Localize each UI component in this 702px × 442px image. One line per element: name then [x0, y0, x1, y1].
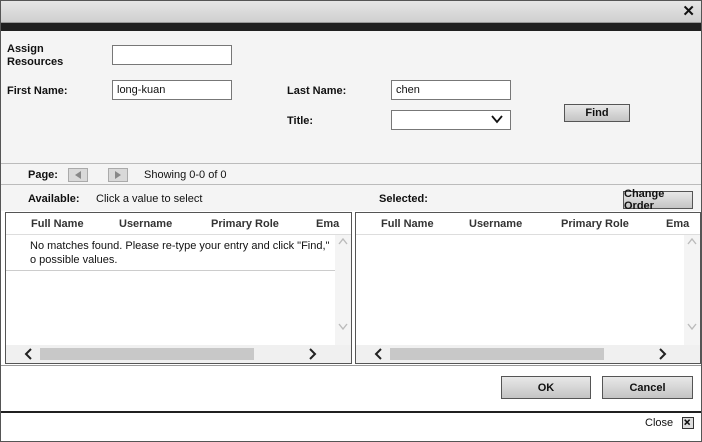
selected-horizontal-scrollbar[interactable] — [356, 345, 700, 363]
chevron-down-icon[interactable] — [687, 323, 697, 331]
triangle-right-icon — [115, 171, 121, 179]
col-username[interactable]: Username — [119, 218, 172, 230]
col-full-name[interactable]: Full Name — [381, 218, 434, 230]
window-close-icon[interactable]: ✕ — [682, 3, 695, 21]
header-divider — [1, 23, 701, 31]
footer-divider — [1, 411, 701, 413]
cancel-button[interactable]: Cancel — [602, 376, 693, 399]
assign-resources-input[interactable] — [112, 45, 232, 65]
search-form: Assign Resources First Name: Last Name: … — [1, 31, 701, 163]
close-link[interactable]: Close — [645, 417, 673, 429]
chevron-right-icon[interactable] — [655, 347, 669, 361]
last-name-input[interactable] — [391, 80, 511, 100]
selected-label: Selected: — [379, 193, 428, 205]
col-primary-role[interactable]: Primary Role — [211, 218, 279, 230]
title-label: Title: — [287, 115, 314, 127]
chevron-left-icon[interactable] — [372, 347, 386, 361]
available-hint: Click a value to select — [96, 193, 203, 205]
chevron-right-icon[interactable] — [305, 347, 319, 361]
horizontal-scroll-thumb[interactable] — [390, 348, 604, 360]
assign-resources-label: Assign Resources — [7, 43, 64, 68]
col-email[interactable]: Ema — [316, 218, 339, 230]
col-full-name[interactable]: Full Name — [31, 218, 84, 230]
find-button[interactable]: Find — [564, 104, 630, 122]
available-horizontal-scrollbar[interactable] — [6, 345, 351, 363]
selected-panel: Full Name Username Primary Role Ema — [355, 212, 701, 364]
close-icon — [684, 419, 691, 426]
horizontal-scroll-thumb[interactable] — [40, 348, 254, 360]
selected-column-header: Full Name Username Primary Role Ema — [356, 213, 700, 235]
chevron-up-icon[interactable] — [687, 237, 697, 245]
col-email[interactable]: Ema — [666, 218, 689, 230]
change-order-button[interactable]: Change Order — [623, 188, 693, 212]
chevron-down-icon[interactable] — [338, 323, 348, 331]
available-label: Available: — [28, 193, 80, 205]
chevron-up-icon[interactable] — [338, 237, 348, 245]
next-page-button[interactable] — [108, 168, 128, 182]
actions-divider — [1, 365, 701, 366]
dialog-window: ✕ Assign Resources First Name: Last Name… — [0, 0, 702, 442]
selected-vertical-scrollbar[interactable] — [684, 235, 700, 347]
col-username[interactable]: Username — [469, 218, 522, 230]
available-vertical-scrollbar[interactable] — [335, 235, 351, 347]
chevron-left-icon[interactable] — [22, 347, 36, 361]
title-select[interactable] — [391, 110, 511, 130]
first-name-label: First Name: — [7, 85, 68, 97]
available-column-header: Full Name Username Primary Role Ema — [6, 213, 351, 235]
showing-count: Showing 0-0 of 0 — [144, 169, 227, 181]
ok-button[interactable]: OK — [501, 376, 591, 399]
page-label: Page: — [28, 169, 58, 181]
col-primary-role[interactable]: Primary Role — [561, 218, 629, 230]
available-panel: Full Name Username Primary Role Ema No m… — [5, 212, 352, 364]
last-name-label: Last Name: — [287, 85, 347, 97]
triangle-left-icon — [75, 171, 81, 179]
list-header-row: Available: Click a value to select Selec… — [1, 185, 701, 212]
row-divider — [6, 270, 336, 271]
no-matches-message: No matches found. Please re-type your en… — [30, 240, 330, 266]
first-name-input[interactable] — [112, 80, 232, 100]
pager-row: Page: Showing 0-0 of 0 — [1, 163, 701, 185]
title-bar: ✕ — [1, 1, 701, 23]
prev-page-button[interactable] — [68, 168, 88, 182]
chevron-down-icon — [491, 115, 503, 124]
close-box-icon[interactable] — [682, 417, 694, 429]
